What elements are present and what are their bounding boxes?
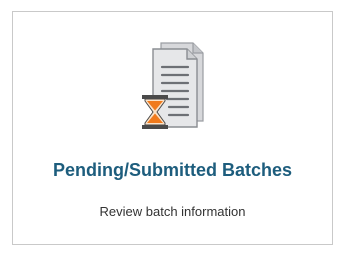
card-title[interactable]: Pending/Submitted Batches — [13, 160, 332, 181]
pending-batches-card[interactable]: Pending/Submitted Batches Review batch i… — [12, 11, 333, 245]
pending-batches-icon — [142, 42, 204, 129]
card-subtitle: Review batch information — [99, 204, 246, 219]
